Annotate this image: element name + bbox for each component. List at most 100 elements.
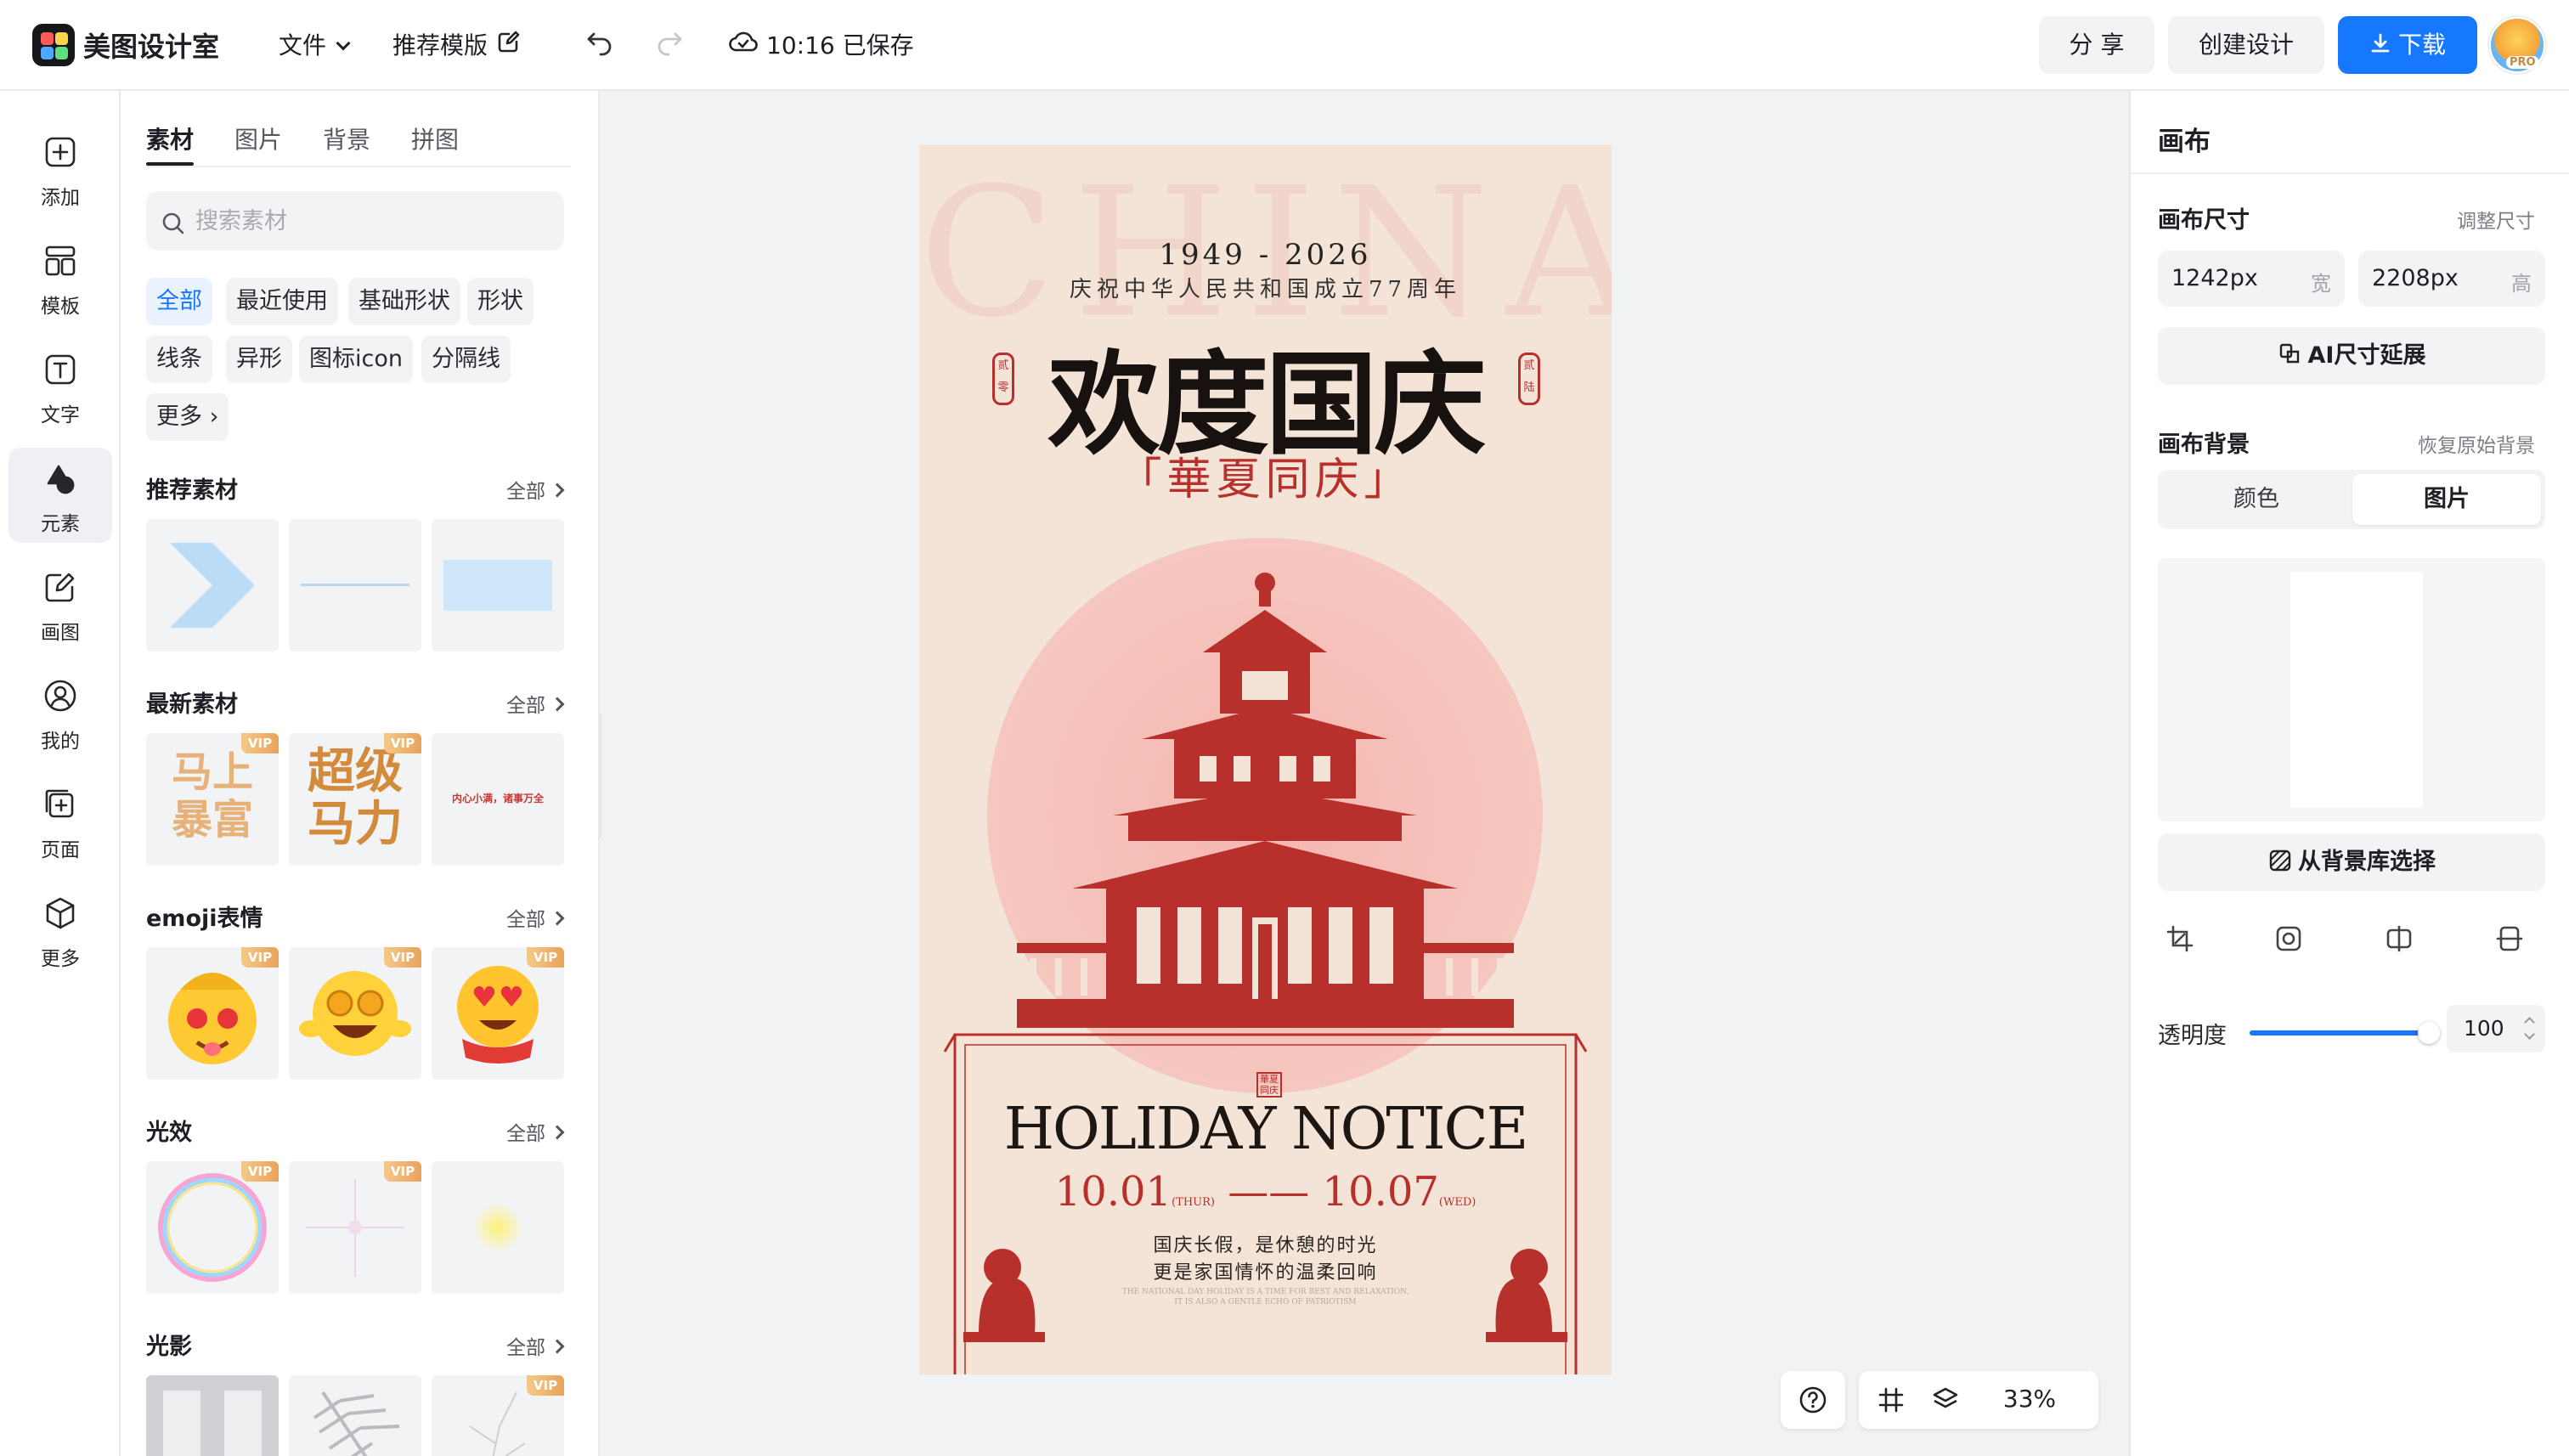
height-field[interactable]: 2208px 高 [2358,251,2545,307]
tab-collage[interactable]: 拼图 [411,121,459,155]
see-all-link[interactable]: 全部 [506,903,562,932]
search-input[interactable] [195,191,552,251]
chip-shapes[interactable]: 形状 [467,278,534,325]
grid-icon[interactable] [1876,1385,1906,1415]
vip-badge: VIP [241,733,279,753]
section-title: 光效 [146,1120,192,1146]
see-all-link[interactable]: 全部 [506,1331,562,1360]
tab-divider [146,166,571,167]
asset-emoji-money-bag[interactable]: VIP [146,947,279,1080]
filter-icon[interactable] [2273,923,2304,954]
height-unit: 高 [2511,272,2532,296]
rail-templates[interactable]: 模板 [8,230,112,325]
date-end-day: (WED) [1438,1196,1476,1209]
see-all-link[interactable]: 全部 [506,689,562,718]
create-design-button[interactable]: 创建设计 [2168,16,2324,74]
rail-add[interactable]: 添加 [8,121,112,217]
poster-fine-print-2: IT IS ALSO A GENTLE ECHO OF PATRIOTISM [1174,1298,1357,1306]
chip-lines[interactable]: 线条 [146,336,212,383]
see-all-link[interactable]: 全部 [506,475,562,504]
asset-emoji-heart-eyes[interactable]: VIP [432,947,564,1080]
rail-label: 元素 [41,513,80,535]
chip-recent[interactable]: 最近使用 [226,278,338,325]
download-button[interactable]: 下载 [2338,16,2477,74]
opacity-label: 透明度 [2158,1023,2227,1049]
vip-badge: VIP [527,947,564,968]
asset-text-slogan[interactable]: 内心小满，诸事万全 [432,733,564,866]
asset-light-glow[interactable] [432,1161,564,1294]
chevron-down-icon [336,36,351,51]
file-menu[interactable]: 文件 [279,27,351,61]
bg-type-switch: 颜色 图片 [2158,470,2545,529]
asset-shadow-branch[interactable]: VIP [432,1375,564,1456]
chip-all[interactable]: 全部 [146,278,212,325]
bg-tab-image[interactable]: 图片 [2352,474,2541,525]
asset-line[interactable] [289,519,421,652]
left-rail: 添加 模板 文字 元素 画图 我的 页面 更多 [0,91,121,1456]
width-field[interactable]: 1242px 宽 [2158,251,2345,307]
help-button[interactable] [1781,1371,1845,1429]
properties-panel: 画布 画布尺寸 调整尺寸 1242px 宽 2208px 高 AI尺寸延展 画布背景… [2129,91,2569,1456]
date-end: 10.07 [1322,1168,1439,1216]
stepper-down-icon[interactable] [2524,1029,2535,1040]
asset-emoji-coins[interactable]: VIP [289,947,421,1080]
chip-icons[interactable]: 图标icon [299,336,413,383]
recommend-template-button[interactable]: 推荐模版 [392,27,488,61]
opacity-slider-track[interactable] [2250,1030,2430,1036]
asset-chevron-shape[interactable] [146,519,279,652]
poster-holiday-notice: HOLIDAY NOTICE [1003,1096,1529,1163]
tab-backgrounds[interactable]: 背景 [323,121,370,155]
chip-irregular[interactable]: 异形 [226,336,292,383]
chip-more[interactable]: 更多 › [146,393,229,441]
zoom-level[interactable]: 33% [1974,1385,2085,1413]
opacity-input[interactable]: 100 [2447,1005,2545,1052]
bg-tab-color[interactable]: 颜色 [2162,474,2351,525]
tab-images[interactable]: 图片 [234,121,282,155]
app-logo[interactable] [32,24,75,66]
redo-icon[interactable] [654,27,685,58]
asset-light-ring[interactable]: VIP [146,1161,279,1294]
bg-library-button[interactable]: 从背景库选择 [2158,833,2545,891]
chip-basic-shapes[interactable]: 基础形状 [348,278,460,325]
template-grid-icon [45,245,76,276]
asset-text-fortune[interactable]: 马上 暴富 VIP [146,733,279,866]
rail-mine[interactable]: 我的 [8,665,112,760]
asset-shadow-window[interactable] [146,1375,279,1456]
opacity-slider-handle[interactable] [2418,1022,2440,1044]
flip-horizontal-icon[interactable] [2384,923,2414,954]
edit-icon[interactable] [496,29,522,54]
crop-icon[interactable] [2165,923,2195,954]
rail-elements[interactable]: 元素 [8,448,112,543]
pro-badge: PRO [2506,56,2539,69]
rail-more[interactable]: 更多 [8,883,112,978]
poster-stamp: 華夏 同庆 [1256,1072,1282,1098]
ai-extend-button[interactable]: AI尺寸延展 [2158,327,2545,385]
vip-badge: VIP [384,947,421,968]
see-all-link[interactable]: 全部 [506,1117,562,1146]
chip-dividers[interactable]: 分隔线 [421,336,511,383]
asset-text-power[interactable]: 超级 马力 VIP [289,733,421,866]
share-button[interactable]: 分 享 [2039,16,2154,74]
rail-text[interactable]: 文字 [8,339,112,434]
stepper-up-icon[interactable] [2524,1017,2535,1028]
layers-icon[interactable] [1930,1385,1961,1415]
rail-label: 更多 [41,948,80,970]
shapes-icon [47,465,75,494]
asset-rectangle[interactable] [432,519,564,652]
flip-vertical-icon[interactable] [2494,923,2525,954]
rail-draw[interactable]: 画图 [8,556,112,652]
asset-shadow-palm[interactable] [289,1375,421,1456]
undo-icon[interactable] [584,27,615,58]
bg-preview[interactable] [2158,558,2545,821]
box-icon [46,897,75,929]
canvas-size-label: 画布尺寸 [2158,207,2250,234]
tab-materials[interactable]: 素材 [146,121,194,155]
restore-bg-link[interactable]: 恢复原始背景 [2418,429,2535,458]
poster-canvas[interactable]: CHINA 1949 - 2026 庆祝中华人民共和国成立77周年 贰零 贰陆 … [919,144,1612,1374]
resize-link[interactable]: 调整尺寸 [2457,205,2535,234]
line-shape [301,584,409,586]
rail-pages[interactable]: 页面 [8,774,112,869]
poster-line-1: 国庆长假，是休憩的时光 [1153,1235,1378,1256]
asset-light-sparkle[interactable]: VIP [289,1161,421,1294]
search-box[interactable] [146,191,564,251]
